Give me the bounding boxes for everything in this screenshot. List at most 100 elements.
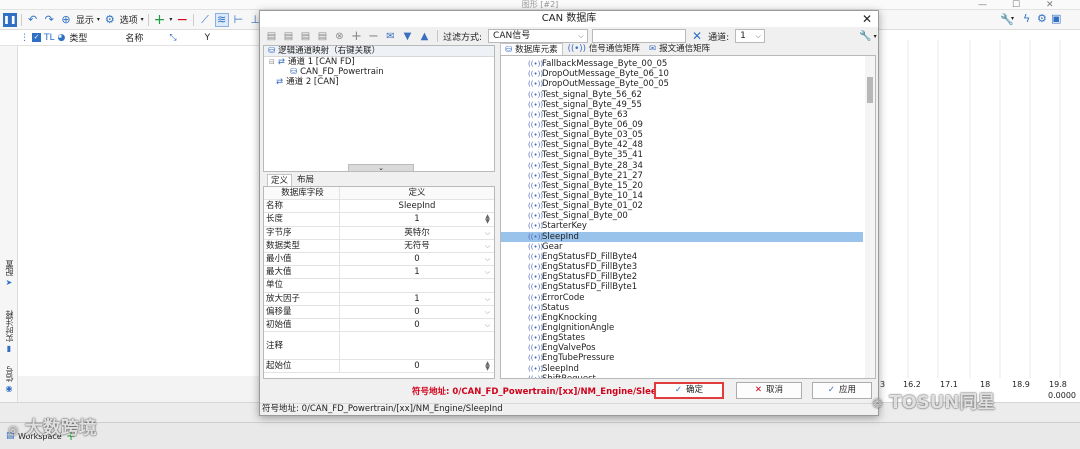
- chevron-down-icon[interactable]: ⌵: [483, 254, 492, 264]
- chevron-down-icon[interactable]: ⌵: [483, 294, 492, 304]
- signal-list-item[interactable]: ((•)) ErrorCode: [501, 292, 863, 303]
- gear-icon[interactable]: ⚙: [103, 13, 117, 27]
- signal-list-item[interactable]: ((•)) Test_Signal_Byte_10_14: [501, 191, 863, 201]
- signal-list-item[interactable]: ((•)) Test_Signal_Byte_21_27: [501, 171, 863, 181]
- tab-definition[interactable]: 定义: [267, 174, 293, 186]
- chevron-down-icon[interactable]: ⌵: [483, 307, 492, 317]
- chevron-down-icon[interactable]: ⌵: [483, 267, 492, 277]
- cancel-button[interactable]: ✕ 取消: [736, 382, 802, 399]
- property-row[interactable]: 初始值 0 ⌵: [264, 318, 494, 333]
- property-value[interactable]: 0 ⌵: [340, 319, 494, 331]
- property-row[interactable]: 长度 1 ▲ ▼: [264, 213, 494, 227]
- wrench-icon[interactable]: 🔧: [859, 31, 871, 42]
- new-db-icon[interactable]: ▤: [264, 29, 279, 44]
- redo-icon[interactable]: ↷: [42, 13, 56, 27]
- channel-select[interactable]: 1 ⌵: [735, 29, 766, 43]
- signal-list-item[interactable]: ((•)) Test_Signal_Byte_63: [501, 110, 863, 120]
- signal-list-item[interactable]: ((•)) EngStatusFD_FillByte4: [501, 252, 863, 262]
- signal-list-item[interactable]: ((•)) DropOutMessage_Byte_00_05: [501, 79, 863, 89]
- signal-list-item[interactable]: ((•)) EngTubePressure: [501, 353, 863, 363]
- property-value[interactable]: 0 ⌵: [340, 253, 494, 265]
- move-down-icon[interactable]: ▼: [400, 29, 415, 44]
- tl-icon[interactable]: TL: [44, 33, 55, 43]
- property-value[interactable]: [340, 332, 494, 359]
- property-row[interactable]: 名称 SleepInd: [264, 200, 494, 214]
- clear-filter-icon[interactable]: ✕: [692, 29, 702, 43]
- property-value[interactable]: 英特尔 ⌵: [340, 227, 494, 239]
- gear-icon[interactable]: ⚙: [1037, 12, 1047, 25]
- tab-layout[interactable]: 布局: [294, 174, 317, 186]
- tree-item-channel-2[interactable]: ⇄ 通道 2 [CAN]: [264, 77, 494, 87]
- pause-icon[interactable]: ❚❚: [3, 12, 17, 27]
- property-row[interactable]: 注释: [264, 332, 494, 361]
- graph-signal-list[interactable]: [18, 46, 262, 376]
- signal-list-item[interactable]: ((•)) Test_Signal_Byte_00: [501, 211, 863, 221]
- tab-signal-matrix[interactable]: ((•)) 信号通信矩阵: [564, 43, 644, 55]
- spinner-icon[interactable]: ▲ ▼: [483, 361, 492, 372]
- bolt-icon[interactable]: ϟ: [1023, 12, 1030, 25]
- signal-list-item[interactable]: ((•)) EngStates: [501, 333, 863, 343]
- chevron-down-icon[interactable]: ▾: [169, 16, 172, 23]
- signal-list-item[interactable]: ((•)) FallbackMessage_Byte_00_05: [501, 59, 863, 69]
- signal-list-item[interactable]: ((•)) Test_signal_Byte_49_55: [501, 100, 863, 110]
- property-value[interactable]: 无符号 ⌵: [340, 240, 494, 252]
- signal-list-item[interactable]: ((•)) Gear: [501, 242, 863, 252]
- filter-select[interactable]: CAN信号 ⌵: [488, 29, 589, 43]
- signal-list-item[interactable]: ((•)) Test_signal_Byte_56_62: [501, 89, 863, 100]
- filter-text-input[interactable]: [592, 29, 687, 43]
- minimize-icon[interactable]: —: [978, 0, 987, 10]
- signal-list-item[interactable]: ((•)) Test_Signal_Byte_42_48: [501, 140, 863, 150]
- remove-icon[interactable]: −: [366, 29, 381, 44]
- export-db-icon[interactable]: ▤: [315, 29, 330, 44]
- signal-list-item[interactable]: ((•)) Test_Signal_Byte_15_20: [501, 181, 863, 191]
- tab-message-matrix[interactable]: ✉ 报文通信矩阵: [645, 43, 714, 55]
- signal-list-item[interactable]: ((•)) EngValvePos: [501, 343, 863, 353]
- signal-list-item[interactable]: ((•)) EngStatusFD_FillByte1: [501, 282, 863, 292]
- splitter-collapse-button[interactable]: ⌄: [348, 164, 414, 172]
- property-row[interactable]: 单位: [264, 279, 494, 293]
- add-icon[interactable]: +: [349, 29, 364, 44]
- plot-area[interactable]: [878, 30, 1080, 380]
- signal-list-item[interactable]: ((•)) EngStatusFD_FillByte3: [501, 262, 863, 272]
- measure-h-icon[interactable]: ⊢: [232, 13, 246, 27]
- property-value[interactable]: [340, 279, 494, 291]
- zoom-icon[interactable]: ⊕: [59, 13, 73, 27]
- signal-list-item[interactable]: ((•)) EngStatusFD_FillByte2: [501, 272, 863, 282]
- scrollbar-thumb[interactable]: [867, 77, 873, 103]
- signal-list-item[interactable]: ((•)) DropOutMessage_Byte_06_10: [501, 69, 863, 79]
- open-db-icon[interactable]: ▤: [281, 29, 296, 44]
- signal-list-item[interactable]: ((•)) EngKnocking: [501, 313, 863, 323]
- scale-icon[interactable]: ⤡: [169, 33, 176, 43]
- property-row[interactable]: 字节序 英特尔 ⌵: [264, 226, 494, 240]
- delete-db-icon[interactable]: ⊗: [332, 29, 347, 44]
- signal-list-item[interactable]: ((•)) Test_Signal_Byte_35_41: [501, 150, 863, 160]
- side-tab-signal[interactable]: 信号 ◉: [1, 366, 17, 393]
- property-row[interactable]: 最大值 1 ⌵: [264, 266, 494, 280]
- close-icon[interactable]: ✕: [862, 11, 872, 27]
- property-row[interactable]: 偏移量 0 ⌵: [264, 305, 494, 319]
- signal-list-item[interactable]: ((•)) SleepInd: [501, 364, 863, 374]
- chevron-down-icon[interactable]: ⌵: [483, 228, 492, 238]
- signal-list-item[interactable]: ((•)) SleepInd: [501, 231, 863, 242]
- chevron-down-icon[interactable]: ▾: [1011, 15, 1014, 22]
- tree-item-channel-1[interactable]: ⊟ ⇄ 通道 1 [CAN FD]: [264, 57, 494, 67]
- undo-icon[interactable]: ↶: [26, 13, 40, 27]
- signal-list-item[interactable]: ((•)) Test_Signal_Byte_06_09: [501, 120, 863, 130]
- remove-icon[interactable]: −: [175, 13, 189, 27]
- tab-db-elements[interactable]: ⛁ 数据库元素: [500, 43, 563, 55]
- property-value[interactable]: 1 ⌵: [340, 266, 494, 278]
- vertical-scrollbar[interactable]: [865, 56, 875, 378]
- chevron-down-icon[interactable]: ⌵: [483, 241, 492, 251]
- save-db-icon[interactable]: ▤: [298, 29, 313, 44]
- signal-list-item[interactable]: ((•)) EngIgnitionAngle: [501, 323, 863, 333]
- apply-button[interactable]: ✓ 应用: [812, 382, 872, 399]
- signal-list-item[interactable]: ((•)) StarterKey: [501, 221, 863, 231]
- property-row[interactable]: 起始位 0 ▲ ▼: [264, 360, 494, 374]
- move-up-icon[interactable]: ▲: [417, 29, 432, 44]
- property-value[interactable]: 0 ⌵: [340, 306, 494, 318]
- mail-icon[interactable]: ✉: [383, 29, 398, 44]
- tree-item-powertrain[interactable]: ⛁ CAN_FD_Powertrain: [264, 67, 494, 77]
- options-menu[interactable]: 选项: [120, 13, 138, 26]
- display-menu[interactable]: 显示: [76, 13, 94, 26]
- spinner-icon[interactable]: ▲ ▼: [483, 214, 492, 225]
